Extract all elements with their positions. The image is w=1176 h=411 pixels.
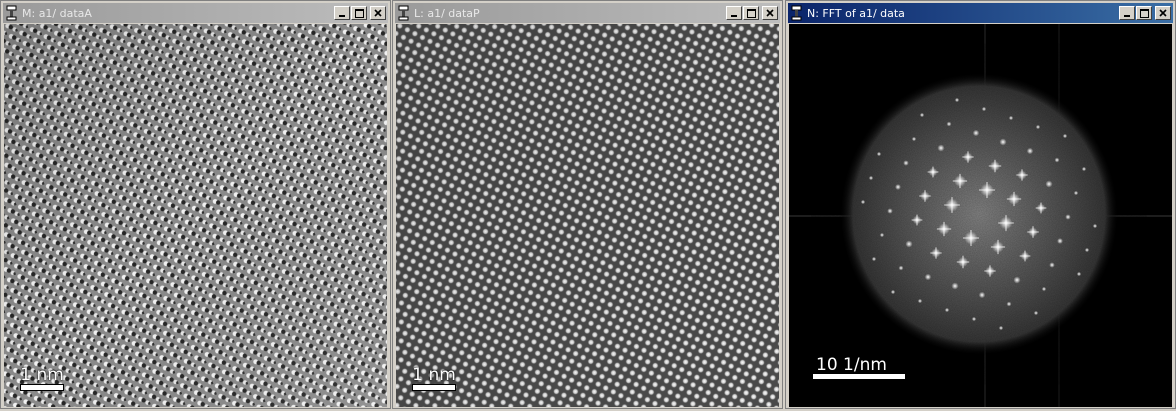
- fft-spot: [972, 129, 980, 137]
- fft-spot: [879, 232, 885, 238]
- fft-spot: [1092, 223, 1098, 229]
- fft-spot: [903, 160, 909, 166]
- image-window-fft[interactable]: N: FFT of a1/ data 10 1/nm: [785, 0, 1176, 409]
- fft-spot: [911, 136, 917, 142]
- window-titlebar[interactable]: L: a1/ dataP: [395, 3, 780, 23]
- minimize-button[interactable]: [334, 6, 350, 20]
- fft-spot: [876, 151, 882, 157]
- fft-spot: [1045, 180, 1053, 188]
- minimize-button[interactable]: [1119, 6, 1135, 20]
- minimize-icon: [1124, 15, 1130, 17]
- fft-spot: [1033, 310, 1039, 316]
- fft-spot: [981, 106, 987, 112]
- close-icon: [766, 9, 774, 17]
- fft-spot: [917, 298, 923, 304]
- fft-spot: [1057, 238, 1063, 244]
- maximize-icon: [746, 8, 756, 18]
- fft-spot: [890, 289, 896, 295]
- close-icon: [1159, 9, 1167, 17]
- maximize-icon: [354, 8, 364, 18]
- minimize-button[interactable]: [726, 6, 742, 20]
- scalebar-label: 10 1/nm: [816, 355, 887, 375]
- app-icon: [397, 5, 411, 21]
- scalebar-label: 1 nm: [20, 365, 64, 385]
- fft-spot: [860, 199, 866, 205]
- fft-spot: [999, 138, 1007, 146]
- fft-image: [789, 24, 1172, 407]
- close-button[interactable]: [370, 6, 386, 20]
- close-button[interactable]: [1155, 6, 1171, 20]
- fft-spot: [971, 316, 977, 322]
- fft-spot: [1006, 301, 1012, 307]
- maximize-button[interactable]: [1136, 6, 1152, 20]
- lattice-image-phase: [396, 24, 779, 407]
- scalebar-line: [813, 374, 905, 379]
- fft-spot: [1041, 286, 1047, 292]
- lattice-image-amplitude: [4, 24, 387, 407]
- image-canvas[interactable]: 1 nm: [4, 24, 387, 407]
- scalebar: 1 nm: [412, 366, 456, 391]
- maximize-icon: [1139, 8, 1149, 18]
- close-icon: [374, 9, 382, 17]
- fft-spot: [1062, 133, 1068, 139]
- fft-spot: [898, 265, 904, 271]
- fft-spot: [919, 112, 925, 118]
- fft-spot: [1073, 190, 1079, 196]
- window-title: N: FFT of a1/ data: [807, 6, 905, 20]
- fft-spot: [951, 282, 959, 290]
- scalebar: 10 1/nm: [813, 356, 905, 379]
- fft-spot: [1081, 166, 1087, 172]
- fft-spot: [954, 97, 960, 103]
- maximize-button[interactable]: [743, 6, 759, 20]
- app-icon: [5, 5, 19, 21]
- fft-spot: [1013, 276, 1021, 284]
- fft-spot: [1035, 124, 1041, 130]
- minimize-icon: [731, 15, 737, 17]
- fft-spot: [998, 325, 1004, 331]
- window-titlebar[interactable]: N: FFT of a1/ data: [788, 3, 1173, 23]
- image-canvas[interactable]: 1 nm: [396, 24, 779, 407]
- fft-spot: [1065, 214, 1071, 220]
- fft-spot: [1076, 271, 1082, 277]
- minimize-icon: [339, 15, 345, 17]
- image-window-dataP[interactable]: L: a1/ dataP 1 nm: [392, 0, 783, 409]
- image-canvas[interactable]: 10 1/nm: [789, 24, 1172, 407]
- scalebar-label: 1 nm: [412, 365, 456, 385]
- fft-spot: [1008, 115, 1014, 121]
- fft-spot: [978, 291, 986, 299]
- window-title: M: a1/ dataA: [22, 6, 92, 20]
- fft-spot: [924, 273, 932, 281]
- scalebar-line: [20, 384, 64, 391]
- fft-spot: [871, 256, 877, 262]
- close-button[interactable]: [762, 6, 778, 20]
- fft-spot: [1054, 157, 1060, 163]
- scalebar-line: [412, 384, 456, 391]
- fft-spot: [1049, 262, 1055, 268]
- app-icon: [790, 5, 804, 21]
- fft-spot: [946, 121, 952, 127]
- scalebar: 1 nm: [20, 366, 64, 391]
- fft-spot: [895, 184, 901, 190]
- image-window-dataA[interactable]: M: a1/ dataA 1 nm: [0, 0, 391, 409]
- fft-spot: [937, 144, 945, 152]
- fft-spot: [887, 208, 893, 214]
- fft-spot: [1026, 147, 1034, 155]
- maximize-button[interactable]: [351, 6, 367, 20]
- fft-spot: [1084, 247, 1090, 253]
- window-titlebar[interactable]: M: a1/ dataA: [3, 3, 388, 23]
- window-title: L: a1/ dataP: [414, 6, 480, 20]
- fft-spot: [868, 175, 874, 181]
- fft-spot: [944, 307, 950, 313]
- fft-spot: [905, 240, 913, 248]
